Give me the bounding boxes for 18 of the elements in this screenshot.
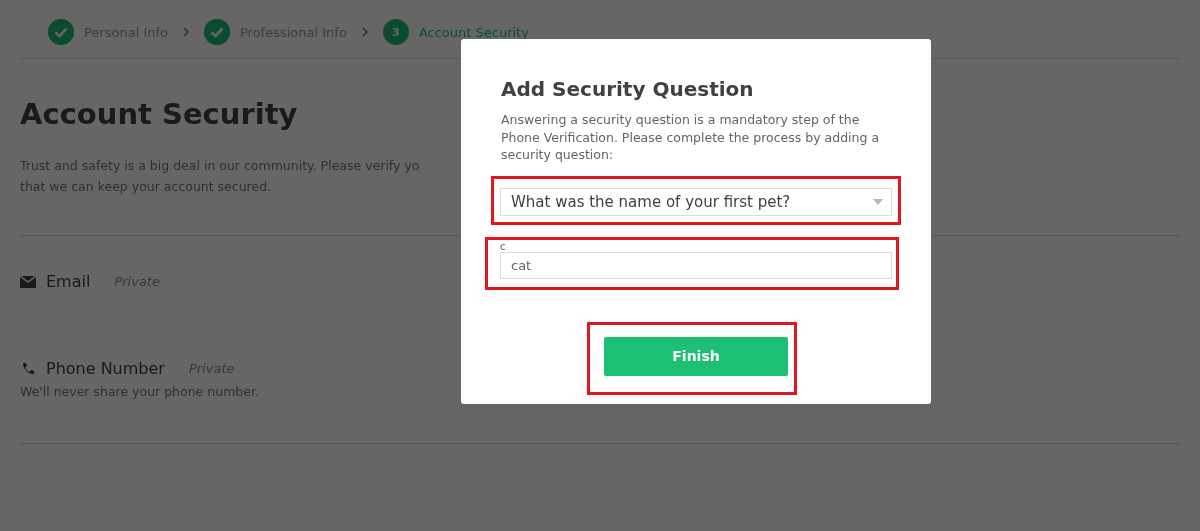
- intro-text: that we can keep your account secured.: [20, 178, 272, 196]
- dialog-description: Answering a security question is a mandatory step of the Phone Verification. Please complete the process by adding a security question:: [501, 111, 881, 164]
- finish-button[interactable]: Finish: [604, 336, 788, 376]
- question-select[interactable]: What was the name of your first pet?: [500, 187, 892, 216]
- answer-field[interactable]: cat: [500, 251, 892, 279]
- step-number: 3: [382, 19, 409, 45]
- phone-icon: [20, 361, 36, 376]
- dialog-title: Add Security Question: [501, 77, 755, 101]
- chevron-icon: [182, 27, 190, 37]
- step-label[interactable]: Account Security: [418, 24, 529, 40]
- section-label: Phone Number: [46, 359, 165, 378]
- envelope-icon: [20, 274, 36, 289]
- chevron-icon: [360, 27, 369, 37]
- field-label: c: [500, 240, 507, 252]
- dropdown-caret-icon: [873, 198, 883, 205]
- page-title: Account Security: [20, 97, 298, 131]
- section-label: Email: [46, 272, 91, 291]
- hint-text: We'll never share your phone number.: [20, 384, 259, 399]
